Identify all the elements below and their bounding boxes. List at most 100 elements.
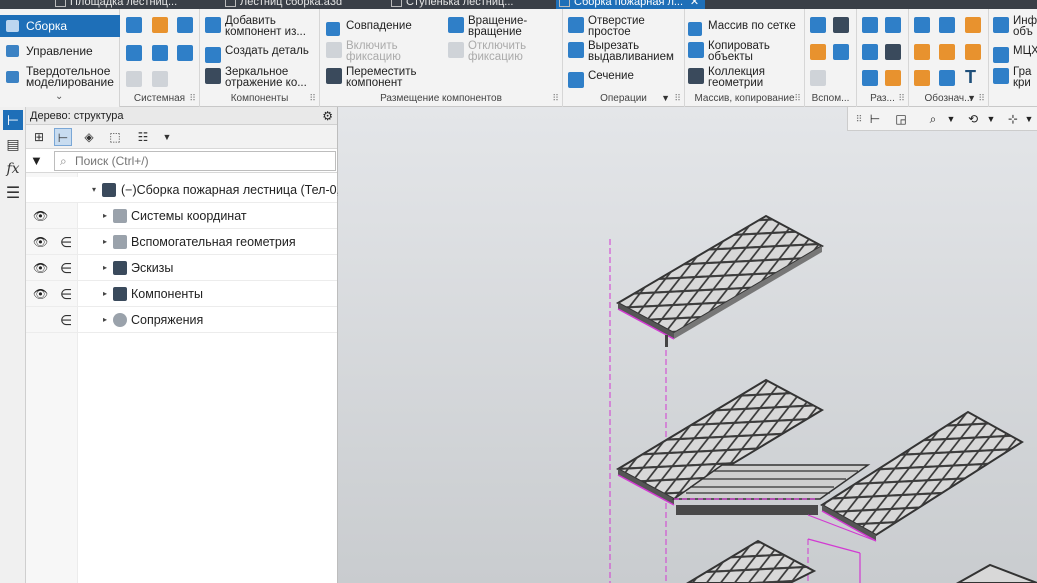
tree-item-mates[interactable]: ∈ ▸ Сопряжения bbox=[26, 307, 337, 333]
nav-item-upravlenie[interactable]: Управление bbox=[0, 40, 120, 62]
section-icon bbox=[568, 72, 584, 88]
weld-icon[interactable] bbox=[965, 44, 981, 60]
axis-icon[interactable] bbox=[833, 17, 849, 33]
diameter-dimension-icon[interactable] bbox=[885, 44, 901, 60]
eye-icon[interactable]: 👁 bbox=[33, 281, 48, 307]
doc-tab-ploshchadka[interactable]: Площадка лестниц... bbox=[52, 0, 177, 9]
radius-dimension-icon[interactable] bbox=[862, 44, 878, 60]
tree-select-icon[interactable]: ⬚ bbox=[106, 128, 124, 146]
redo-icon[interactable] bbox=[152, 71, 168, 87]
print-icon[interactable] bbox=[126, 45, 142, 61]
tree-geometry-icon[interactable]: ◈ bbox=[80, 128, 98, 146]
create-part-button[interactable]: Создать деталь bbox=[205, 45, 309, 63]
expand-arrow-icon[interactable]: ▸ bbox=[103, 255, 107, 281]
expand-arrow-icon[interactable]: ▸ bbox=[103, 203, 107, 229]
text-icon[interactable]: T bbox=[965, 68, 981, 86]
add-component-button[interactable]: Добавить компонент из... bbox=[205, 15, 317, 38]
tree-item-sketches[interactable]: 👁 ∈ ▸ Эскизы bbox=[26, 255, 337, 281]
expand-arrow-icon[interactable]: ▸ bbox=[103, 281, 107, 307]
graph-curve-button[interactable]: Гра кри bbox=[993, 66, 1037, 89]
assembly-icon bbox=[225, 0, 236, 7]
eye-icon[interactable]: 👁 bbox=[33, 229, 48, 255]
cut-extrude-button[interactable]: Вырезать выдавливанием bbox=[568, 40, 683, 63]
new-document-icon[interactable] bbox=[126, 17, 142, 33]
mass-properties-button[interactable]: МЦХ bbox=[993, 45, 1037, 63]
dropdown-icon[interactable]: ▼ bbox=[661, 92, 670, 105]
dropdown-icon[interactable]: ▼ bbox=[967, 92, 976, 105]
tree-item-coordinate-systems[interactable]: 👁 ▸ Системы координат bbox=[26, 203, 337, 229]
nav-item-sborka[interactable]: Сборка bbox=[0, 15, 120, 37]
sketch-icon bbox=[113, 261, 127, 275]
gear-icon[interactable]: ⚙ bbox=[322, 107, 333, 125]
angle-dimension-icon[interactable] bbox=[885, 17, 901, 33]
aux-plane-icon[interactable] bbox=[810, 44, 826, 60]
close-tab-icon[interactable]: ✕ bbox=[690, 0, 699, 9]
coincidence-button[interactable]: Совпадение bbox=[326, 20, 412, 36]
enable-fixation-button[interactable]: Включить фиксацию bbox=[326, 40, 426, 63]
tree-item-components[interactable]: 👁 ∈ ▸ Компоненты bbox=[26, 281, 337, 307]
linear-dimension-icon[interactable] bbox=[862, 70, 878, 86]
properties-panel-toggle[interactable]: ▤ bbox=[3, 134, 23, 154]
doc-tab-sborka-pozharnaya[interactable]: Сборка пожарная л... ✕ bbox=[556, 0, 706, 9]
tree-item-aux-geometry[interactable]: 👁 ∈ ▸ Вспомогательная геометрия bbox=[26, 229, 337, 255]
expand-nav-icon[interactable]: ⌄ bbox=[55, 91, 63, 102]
info-button[interactable]: Инф объ bbox=[993, 15, 1037, 38]
tree-search-input[interactable] bbox=[75, 153, 333, 169]
leader-icon[interactable] bbox=[914, 17, 930, 33]
tree-hierarchy-icon[interactable]: ⊢ bbox=[54, 128, 72, 146]
tree-search-box[interactable]: ⌕ bbox=[54, 151, 336, 171]
tolerance-icon[interactable] bbox=[939, 44, 955, 60]
mark-icon[interactable] bbox=[914, 70, 930, 86]
eye-icon[interactable]: 👁 bbox=[33, 203, 48, 229]
include-icon[interactable]: ∈ bbox=[60, 229, 72, 255]
mirror-component-button[interactable]: Зеркальное отражение ко... bbox=[205, 66, 317, 89]
simple-hole-button[interactable]: Отверстие простое bbox=[568, 15, 680, 38]
position-designation-icon[interactable] bbox=[939, 17, 955, 33]
tree-filter-list-icon[interactable]: ☷ bbox=[134, 128, 152, 146]
filter-icon[interactable]: ▼ bbox=[30, 153, 43, 168]
move-component-button[interactable]: Переместить компонент bbox=[326, 66, 426, 89]
arc-dimension-icon[interactable] bbox=[885, 70, 901, 86]
disable-fixation-button[interactable]: Отключить фиксацию bbox=[448, 40, 552, 63]
lower-platform-partial[interactable] bbox=[686, 538, 1037, 583]
tree-panel-toggle[interactable]: ⊢ bbox=[3, 110, 23, 130]
dimension-icon[interactable] bbox=[862, 17, 878, 33]
collapse-arrow-icon[interactable]: ▾ bbox=[92, 177, 96, 203]
components-icon bbox=[113, 287, 127, 301]
open-folder-icon[interactable] bbox=[152, 17, 168, 33]
eye-icon[interactable]: 👁 bbox=[33, 255, 48, 281]
save-icon[interactable] bbox=[177, 17, 193, 33]
doc-tab-stupenka[interactable]: Ступенька лестниц... bbox=[388, 0, 513, 9]
nav-item-tverdotelnoe[interactable]: Твердотельное моделирование bbox=[0, 63, 120, 91]
expand-arrow-icon[interactable]: ▸ bbox=[103, 229, 107, 255]
plane-icon[interactable] bbox=[810, 17, 826, 33]
tree-root-row[interactable]: ▾ (−)Сборка пожарная лестница (Тел-0, С bbox=[26, 177, 353, 203]
tree-structure-view-icon[interactable]: ⊞ bbox=[30, 128, 48, 146]
section-button[interactable]: Сечение bbox=[568, 70, 634, 88]
mirror-icon bbox=[205, 68, 221, 84]
aux-point-icon[interactable] bbox=[833, 44, 849, 60]
copy-objects-button[interactable]: Копировать объекты bbox=[688, 40, 800, 63]
doc-tab-lestnic-sborka[interactable]: Лестниц сборка.a3d bbox=[222, 0, 342, 9]
ribbon-group-sistemnaya: Системная ⠿ bbox=[120, 9, 200, 107]
3d-viewport[interactable]: ⠿ ⊢ ◲ ⌕ ▼ ⟲ ▼ ⊹ ▼ bbox=[338, 107, 1037, 583]
include-icon[interactable]: ∈ bbox=[60, 307, 72, 333]
rotation-rotation-button[interactable]: Вращение-вращение bbox=[448, 15, 552, 38]
layers-panel-toggle[interactable]: ☰ bbox=[3, 184, 23, 204]
cut-line-icon[interactable] bbox=[939, 70, 955, 86]
preview-icon[interactable] bbox=[152, 45, 168, 61]
top-landing-platform[interactable] bbox=[615, 214, 825, 347]
include-icon[interactable]: ∈ bbox=[60, 255, 72, 281]
include-icon[interactable]: ∈ bbox=[60, 281, 72, 307]
base-designation-icon[interactable] bbox=[914, 44, 930, 60]
save-as-icon[interactable] bbox=[177, 45, 193, 61]
geometry-collection-button[interactable]: Коллекция геометрии bbox=[688, 66, 800, 89]
expand-arrow-icon[interactable]: ▸ bbox=[103, 307, 107, 333]
grid-array-button[interactable]: Массив по сетке bbox=[688, 20, 796, 36]
assembly-icon bbox=[559, 0, 570, 7]
aux-line-icon[interactable] bbox=[810, 70, 826, 86]
tree-options-dropdown-icon[interactable]: ▼ bbox=[158, 128, 176, 146]
variables-panel-toggle[interactable]: fx bbox=[3, 159, 23, 179]
undo-icon[interactable] bbox=[126, 71, 142, 87]
roughness-icon[interactable] bbox=[965, 17, 981, 33]
